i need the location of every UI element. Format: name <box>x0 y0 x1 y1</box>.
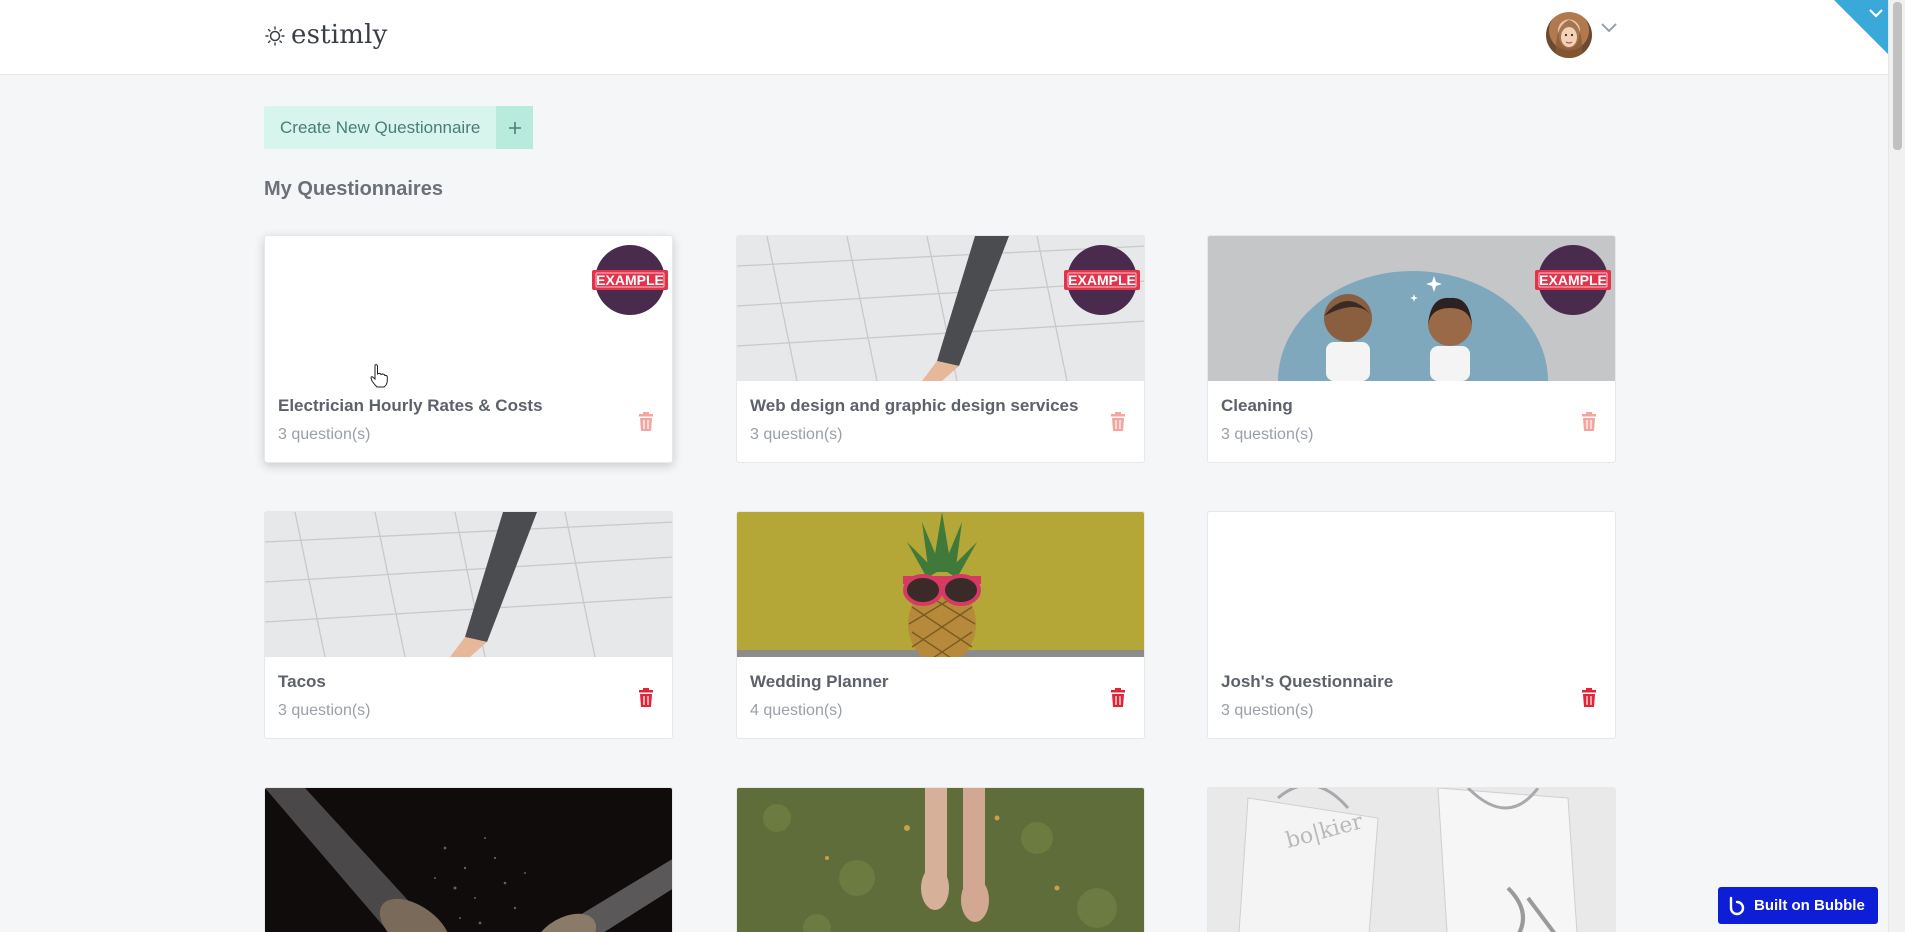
svg-text:EXAMPLE: EXAMPLE <box>1068 272 1136 288</box>
pencil-sketch-image <box>265 512 672 657</box>
questionnaire-card[interactable]: Josh's Questionnaire 3 question(s) <box>1207 511 1616 739</box>
questionnaire-card[interactable]: EXAMPLE Web design and graphic design se… <box>736 235 1145 463</box>
card-question-count: 3 question(s) <box>278 702 371 719</box>
bubble-label: Built on Bubble <box>1754 897 1865 914</box>
card-title: Tacos <box>278 672 326 691</box>
card-image <box>265 512 672 657</box>
scrollbar[interactable] <box>1888 0 1905 932</box>
card-question-count: 3 question(s) <box>1221 702 1314 719</box>
section-title: My Questionnaires <box>264 178 443 200</box>
corner-menu-toggle[interactable] <box>1834 0 1890 56</box>
example-badge: EXAMPLE <box>592 245 668 315</box>
example-badge: EXAMPLE <box>1064 245 1140 315</box>
trash-icon[interactable] <box>1580 688 1598 708</box>
trash-icon[interactable] <box>1109 412 1127 432</box>
scroll-thumb[interactable] <box>1893 2 1902 150</box>
card-question-count: 3 question(s) <box>278 426 371 443</box>
card-image <box>265 788 672 932</box>
bubble-logo-icon <box>1729 896 1745 915</box>
card-question-count: 3 question(s) <box>1221 426 1314 443</box>
pineapple-sunglasses-image <box>737 512 1144 657</box>
questionnaire-card[interactable] <box>264 787 673 932</box>
create-questionnaire-label: Create New Questionnaire <box>280 118 481 137</box>
card-question-count: 3 question(s) <box>750 426 843 443</box>
avatar[interactable] <box>1546 12 1592 58</box>
svg-text:EXAMPLE: EXAMPLE <box>1539 272 1607 288</box>
card-image <box>737 788 1144 932</box>
svg-text:EXAMPLE: EXAMPLE <box>596 272 664 288</box>
trash-icon[interactable] <box>637 412 655 432</box>
card-title: Cleaning <box>1221 396 1293 415</box>
grass-feet-image <box>737 788 1144 932</box>
questionnaire-card[interactable]: bo|kier <box>1207 787 1616 932</box>
card-title: Wedding Planner <box>750 672 889 691</box>
user-photo-icon <box>1555 20 1583 58</box>
card-question-count: 4 question(s) <box>750 702 843 719</box>
card-image: bo|kier <box>1208 788 1615 932</box>
logo[interactable]: estimly <box>264 20 388 50</box>
hand-cursor-icon <box>370 364 388 388</box>
card-image <box>1208 512 1615 657</box>
create-questionnaire-button[interactable]: Create New Questionnaire <box>264 106 534 149</box>
trash-icon[interactable] <box>1109 688 1127 708</box>
shopping-bags-image: bo|kier <box>1208 788 1615 932</box>
trash-icon[interactable] <box>637 688 655 708</box>
card-title: Web design and graphic design services <box>750 396 1079 415</box>
card-image <box>737 512 1144 657</box>
questionnaire-card[interactable] <box>736 787 1145 932</box>
trash-icon[interactable] <box>1580 412 1598 432</box>
questionnaire-card[interactable]: EXAMPLE Electrician Hourly Rates & Costs… <box>264 235 673 463</box>
plus-icon <box>496 106 534 149</box>
example-badge: EXAMPLE <box>1535 245 1611 315</box>
card-title: Electrician Hourly Rates & Costs <box>278 396 543 415</box>
sun-icon <box>265 26 285 46</box>
chevron-down-icon[interactable] <box>1600 22 1618 34</box>
logo-text: estimly <box>291 20 388 50</box>
questionnaire-card[interactable]: EXAMPLE Cleaning 3 question(s) <box>1207 235 1616 463</box>
makeup-brushes-image <box>265 788 672 932</box>
questionnaire-card[interactable]: Tacos 3 question(s) <box>264 511 673 739</box>
questionnaire-card[interactable]: Wedding Planner 4 question(s) <box>736 511 1145 739</box>
top-bar: estimly <box>0 0 1888 75</box>
built-on-bubble-badge[interactable]: Built on Bubble <box>1718 887 1878 924</box>
card-title: Josh's Questionnaire <box>1221 672 1394 691</box>
